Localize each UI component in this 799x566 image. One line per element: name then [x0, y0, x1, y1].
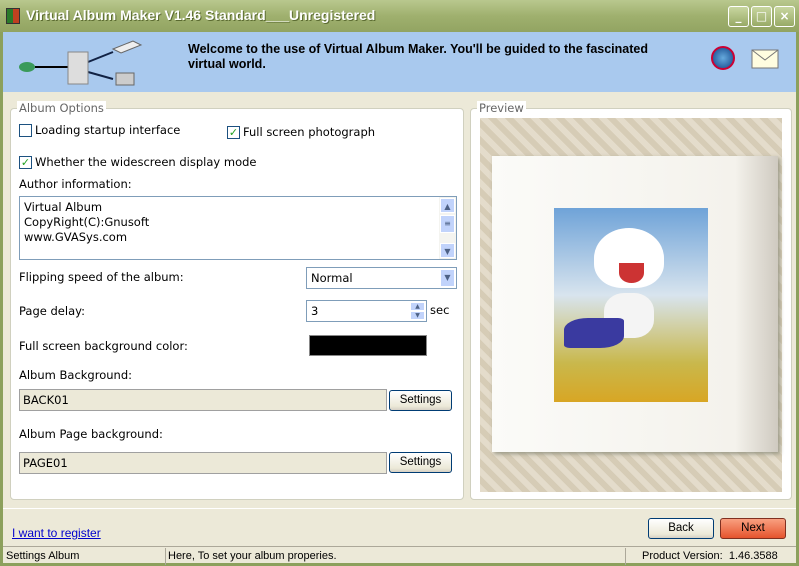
author-info-label: Author information: — [19, 177, 132, 191]
full-screen-photo-label: Full screen photograph — [243, 125, 376, 139]
status-bar: Settings Album Here, To set your album p… — [3, 546, 796, 566]
header-banner: Welcome to the use of Virtual Album Make… — [3, 32, 796, 92]
stepper-up-icon[interactable]: ▲ — [410, 302, 425, 311]
stepper-down-icon[interactable]: ▼ — [410, 311, 425, 320]
minimize-button[interactable]: _ — [728, 6, 749, 27]
register-link[interactable]: I want to register — [12, 526, 101, 540]
maximize-button[interactable]: □ — [751, 6, 772, 27]
preview-photo — [554, 208, 708, 402]
album-bg-label: Album Background: — [19, 368, 132, 382]
flip-speed-label: Flipping speed of the album: — [19, 270, 184, 284]
album-bg-settings-button[interactable]: Settings — [389, 390, 452, 411]
album-page-preview — [492, 156, 778, 452]
page-delay-stepper[interactable]: 3 ▲ ▼ — [306, 300, 427, 322]
page-delay-label: Page delay: — [19, 304, 85, 318]
widescreen-checkbox[interactable]: ✓ — [19, 156, 32, 169]
bg-color-label: Full screen background color: — [19, 339, 188, 353]
title-bar: Virtual Album Maker V1.46 Standard___Unr… — [0, 0, 799, 32]
delay-unit-label: sec — [430, 303, 450, 317]
author-line: CopyRight(C):Gnusoft — [24, 215, 150, 229]
mail-icon[interactable] — [751, 49, 779, 69]
scroll-thumb[interactable]: ≡ — [440, 215, 455, 233]
status-section: Settings Album — [6, 550, 80, 562]
web-search-icon[interactable] — [711, 46, 735, 70]
back-button[interactable]: Back — [648, 518, 714, 539]
author-scrollbar[interactable]: ▲ ≡ ▼ — [439, 197, 456, 259]
page-bg-field: PAGE01 — [19, 452, 387, 474]
author-line: Virtual Album — [24, 200, 103, 214]
scroll-up-icon[interactable]: ▲ — [440, 198, 455, 213]
widescreen-label: Whether the widescreen display mode — [35, 155, 257, 169]
author-info-textarea[interactable]: Virtual Album CopyRight(C):Gnusoft www.G… — [19, 196, 457, 260]
preview-label: Preview — [477, 101, 526, 115]
album-options-label: Album Options — [17, 101, 106, 115]
flip-speed-value: Normal — [311, 271, 353, 285]
chevron-down-icon[interactable]: ▼ — [440, 269, 455, 287]
loading-startup-checkbox[interactable] — [19, 124, 32, 137]
flip-speed-select[interactable]: Normal ▼ — [306, 267, 457, 289]
author-line: www.GVASys.com — [24, 230, 128, 244]
close-button[interactable]: × — [774, 6, 795, 27]
page-delay-value: 3 — [311, 304, 319, 318]
scroll-down-icon[interactable]: ▼ — [440, 243, 455, 258]
welcome-text: Welcome to the use of Virtual Album Make… — [188, 42, 648, 71]
window-title: Virtual Album Maker V1.46 Standard___Unr… — [26, 7, 376, 23]
bg-color-swatch[interactable] — [309, 335, 427, 356]
page-bg-label: Album Page background: — [19, 427, 163, 441]
album-background-preview — [480, 118, 782, 492]
full-screen-photo-checkbox[interactable]: ✓ — [227, 126, 240, 139]
album-bg-field: BACK01 — [19, 389, 387, 411]
loading-startup-label: Loading startup interface — [35, 123, 181, 137]
product-version: Product Version: 1.46.3588 — [642, 550, 778, 562]
app-icon — [6, 8, 20, 24]
next-button[interactable]: Next — [720, 518, 786, 539]
page-bg-settings-button[interactable]: Settings — [389, 452, 452, 473]
network-devices-icon — [19, 40, 143, 86]
status-message: Here, To set your album properies. — [168, 550, 337, 562]
